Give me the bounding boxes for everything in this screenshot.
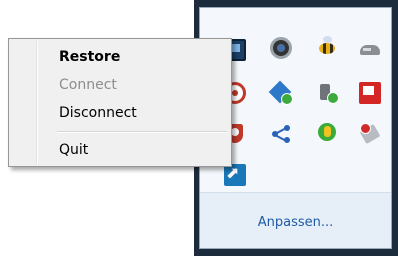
note-icon[interactable] [359,82,381,104]
tray-footer: Anpassen... [200,192,391,248]
drive-icon[interactable] [359,39,381,61]
usb-icon[interactable] [316,82,339,104]
tools-icon[interactable] [359,122,381,144]
dropbox-icon[interactable] [270,82,293,105]
camera-icon[interactable] [270,37,292,59]
menu-item-quit[interactable]: Quit [11,138,229,162]
menu-item-connect: Connect [59,77,117,93]
arrow-icon[interactable] [224,163,246,186]
menu-separator [57,131,227,133]
context-menu: Restore Connect Disconnect Quit [8,38,232,167]
share-icon[interactable] [270,123,292,145]
bee-icon[interactable] [316,36,338,58]
menu-item-disconnect[interactable]: Disconnect [11,101,229,125]
customize-link[interactable]: Anpassen... [258,215,334,230]
menu-item-restore[interactable]: Restore [11,45,229,69]
lightbulb-icon[interactable] [316,122,338,144]
